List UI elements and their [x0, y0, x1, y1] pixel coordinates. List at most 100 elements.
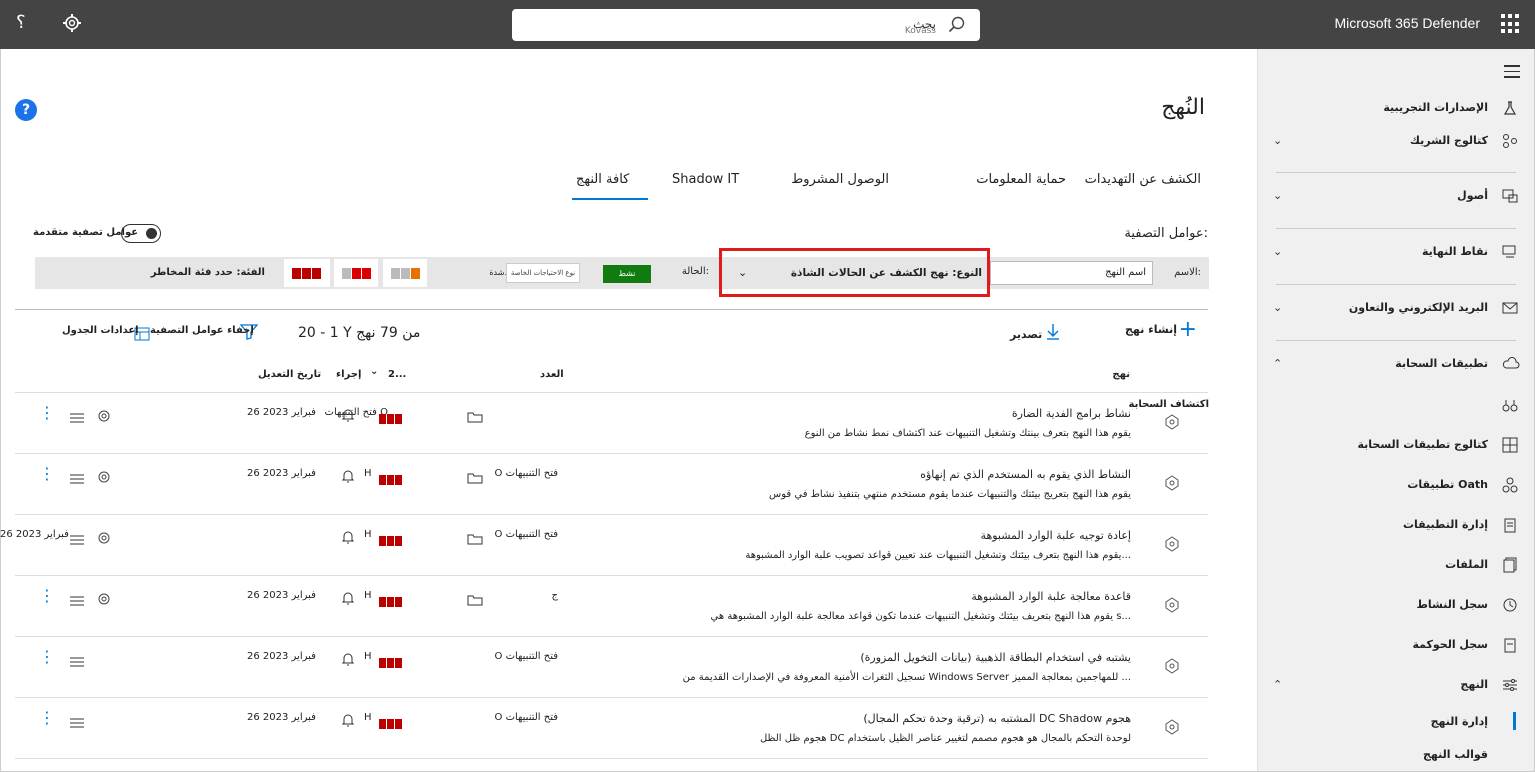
nav-item-partner-catalog[interactable]: ⌄ كتالوج الشريك [1257, 122, 1534, 162]
nav-item-email-collab[interactable]: ⌄ البريد الإلكتروني والتعاون [1257, 289, 1534, 329]
policy-type-icon [1164, 414, 1180, 434]
policy-name[interactable]: (يشتبه في استخدام البطاقة الذهبية (بيانا… [860, 651, 1131, 664]
settings-gear-icon[interactable] [96, 408, 112, 428]
settings-gear-icon[interactable] [96, 469, 112, 489]
column-header-action[interactable]: إجراء [336, 369, 361, 380]
column-header-severity[interactable]: 2... [388, 369, 406, 380]
list-icon[interactable] [70, 409, 84, 428]
nav-item-endpoints[interactable]: ⌄ نقاط النهاية [1257, 233, 1534, 273]
settings-gear-icon[interactable] [96, 530, 112, 550]
nav-label: تطبيقات السحابة [1395, 357, 1488, 370]
list-icon[interactable] [70, 592, 84, 611]
create-policy-button[interactable]: إنشاء نهج [1125, 323, 1177, 336]
folder-icon [467, 408, 483, 427]
open-alerts-count[interactable]: ج [552, 590, 558, 601]
more-options-icon[interactable]: ⋮ [39, 649, 55, 665]
help-icon[interactable]: ؟ [16, 12, 26, 33]
hide-filters-button[interactable]: إخفاء عوامل التصفية [150, 325, 254, 336]
chevron-down-icon: ⌄ [1273, 189, 1283, 202]
tab-threat-detection[interactable]: الكشف عن التهديدات [1085, 172, 1201, 187]
policy-name[interactable]: (المشتبه به (ترقية وحدة تحكم المجال DC S… [863, 712, 1131, 725]
search-box[interactable]: بحث Kovass [512, 9, 980, 41]
tab-all-policies[interactable]: كافة النهج [576, 172, 629, 187]
nav-item-policy-management[interactable]: إدارة النهج [1431, 715, 1488, 728]
assets-icon [1502, 188, 1518, 204]
name-filter-input[interactable]: اسم النهج [990, 261, 1153, 285]
list-icon[interactable] [70, 470, 84, 489]
more-options-icon[interactable]: ⋮ [39, 405, 55, 421]
settings-gear-icon[interactable] [62, 13, 82, 37]
column-header-count[interactable]: العدد [540, 369, 564, 380]
category-filter[interactable]: الفئة: حدد فئة المخاطر [151, 267, 265, 278]
help-icon[interactable]: ? [15, 99, 37, 121]
app-launcher-icon[interactable] [1501, 14, 1521, 34]
chevron-up-icon: ⌃ [1273, 678, 1283, 691]
nav-label: إدارة التطبيقات [1402, 518, 1488, 531]
severity-low-filter[interactable] [383, 259, 427, 287]
nav-label: كتالوج الشريك [1409, 134, 1488, 147]
table-settings-button[interactable]: إعدادات الجدول [62, 325, 139, 336]
nav-item-cloud-apps[interactable]: ⌃ تطبيقات السحابة [1257, 345, 1534, 385]
policy-name[interactable]: النشاط الذي يقوم به المستخدم الذي تم إنه… [920, 468, 1131, 481]
status-filter-chip[interactable]: نشط [603, 265, 651, 283]
list-icon[interactable] [70, 531, 84, 550]
nav-item-assets[interactable]: ⌄ أصول [1257, 177, 1534, 217]
add-icon[interactable]: + [1179, 319, 1197, 341]
open-alerts-count[interactable]: O فتح التنبيهات [495, 712, 558, 723]
open-alerts-count[interactable]: O فتح التنبيهات [495, 468, 558, 479]
nav-item-policies[interactable]: ⌃ النهج [1257, 666, 1534, 706]
nav-item-cloud-app-catalog[interactable]: كتالوج تطبيقات السحابة [1257, 426, 1534, 466]
nav-label: أصول [1457, 189, 1488, 202]
table-row[interactable]: إعادة توجيه علبة الوارد المشبوهة يقوم هذ… [0, 515, 1208, 576]
clipboard-icon [1502, 517, 1518, 533]
chevron-up-icon: ⌃ [1273, 357, 1283, 370]
h-indicator: H [364, 712, 372, 723]
tab-shadow-it[interactable]: Shadow IT [672, 172, 739, 187]
download-icon[interactable] [1046, 323, 1060, 345]
more-options-icon[interactable]: ⋮ [39, 710, 55, 726]
nav-item-policy-templates[interactable]: قوالب النهج [1423, 748, 1488, 761]
severity-high-filter[interactable] [284, 259, 330, 287]
table-row[interactable]: (المشتبه به (ترقية وحدة تحكم المجال DC S… [15, 698, 1208, 759]
chevron-down-icon[interactable]: ⌄ [370, 366, 378, 377]
severity-medium-filter[interactable] [334, 259, 378, 287]
grid-icon [1502, 437, 1518, 453]
table-row[interactable]: قاعدة معالجة علبة الوارد المشبوهة يقوم ه… [15, 576, 1208, 637]
open-alerts-count[interactable]: O فتح التنبيهات [495, 529, 558, 540]
nav-item-activity-log[interactable]: سجل النشاط [1257, 586, 1534, 626]
alert-type-filter[interactable]: نوع الاحتياجات الخاصة [506, 263, 580, 283]
severity-indicator [378, 409, 402, 428]
list-icon[interactable] [70, 653, 84, 672]
settings-gear-icon[interactable] [96, 591, 112, 611]
policy-name[interactable]: قاعدة معالجة علبة الوارد المشبوهة [971, 590, 1131, 603]
policy-name[interactable]: نشاط برامج الفدية الضارة [1012, 407, 1131, 420]
more-options-icon[interactable]: ⋮ [39, 466, 55, 482]
column-header-modified[interactable]: تاريخ التعديل [258, 369, 321, 380]
table-row[interactable]: (يشتبه في استخدام البطاقة الذهبية (بيانا… [15, 637, 1208, 698]
nav-item-app-governance[interactable]: إدارة التطبيقات [1257, 506, 1534, 546]
bell-icon [341, 590, 355, 609]
activity-icon [1502, 597, 1518, 613]
app-name: Microsoft 365 Defender [1334, 15, 1480, 31]
more-options-icon[interactable]: ⋮ [39, 588, 55, 604]
tab-conditional-access[interactable]: الوصول المشروط [791, 172, 889, 187]
nav-item-cloud-discovery[interactable] [1257, 386, 1534, 426]
folder-icon [467, 591, 483, 610]
policy-type-icon [1164, 597, 1180, 617]
chevron-down-icon: ⌄ [1273, 134, 1283, 147]
tab-information-protection[interactable]: حماية المعلومات [976, 172, 1066, 187]
table-row[interactable]: النشاط الذي يقوم به المستخدم الذي تم إنه… [15, 454, 1208, 515]
column-header-policy[interactable]: نهج [1112, 369, 1130, 380]
policy-description: تسجيل الثغرات الأمنية المعروفة في الإصدا… [682, 672, 1131, 683]
nav-item-oath-apps[interactable]: تطبيقات Oath [1257, 466, 1534, 506]
export-button[interactable]: تصدير [1010, 328, 1042, 341]
table-row[interactable]: نشاط برامج الفدية الضارة يقوم هذا النهج … [15, 393, 1208, 454]
nav-item-files[interactable]: الملفات [1257, 546, 1534, 586]
hamburger-icon[interactable] [1504, 65, 1520, 78]
list-icon[interactable] [70, 714, 84, 733]
open-alerts-count[interactable]: O فتح التنبيهات [495, 651, 558, 662]
policies-icon [1502, 677, 1518, 693]
nav-item-governance-log[interactable]: سجل الحوكمة [1257, 626, 1534, 666]
partner-icon [1502, 133, 1518, 149]
policy-name[interactable]: إعادة توجيه علبة الوارد المشبوهة [981, 529, 1131, 542]
